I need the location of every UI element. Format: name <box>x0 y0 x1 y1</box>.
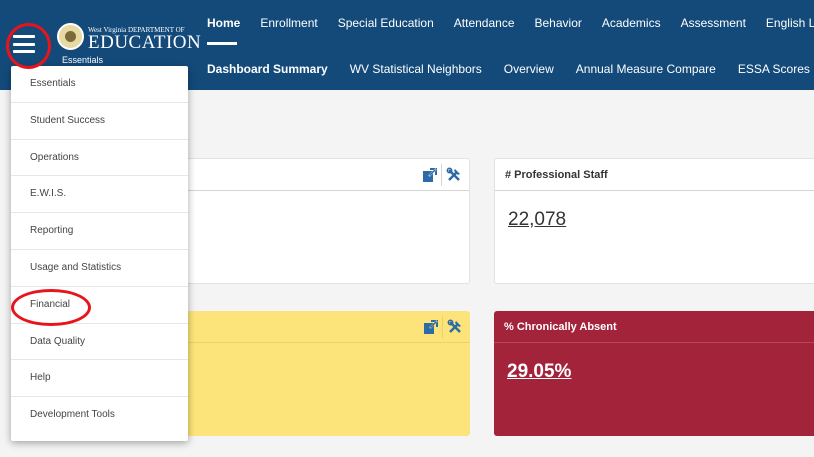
card-yellow <box>150 311 470 436</box>
nav-special-education[interactable]: Special Education <box>338 14 434 34</box>
sub-nav: Dashboard Summary WV Statistical Neighbo… <box>207 61 814 79</box>
menu-item-financial[interactable]: Financial <box>11 287 188 324</box>
chronically-absent-value[interactable]: 29.05% <box>494 343 814 383</box>
subnav-wv-statistical-neighbors[interactable]: WV Statistical Neighbors <box>350 61 482 79</box>
menu-item-operations[interactable]: Operations <box>11 140 188 177</box>
brand: West Virginia DEPARTMENT OF EDUCATION Es… <box>0 0 201 65</box>
nav-attendance[interactable]: Attendance <box>454 14 515 34</box>
card-tools <box>418 316 466 338</box>
nav-assessment[interactable]: Assessment <box>681 14 746 34</box>
card-top-left <box>150 158 470 284</box>
subnav-essa-scores[interactable]: ESSA Scores <box>738 61 810 79</box>
subnav-overview[interactable]: Overview <box>504 61 554 79</box>
menu-item-development-tools[interactable]: Development Tools <box>11 397 188 434</box>
card-title: % Chronically Absent <box>494 311 814 343</box>
seal-icon <box>57 23 84 50</box>
professional-staff-value[interactable]: 22,078 <box>495 191 814 231</box>
menu-item-reporting[interactable]: Reporting <box>11 213 188 250</box>
tools-icon[interactable] <box>442 316 466 338</box>
subnav-annual-measure-compare[interactable]: Annual Measure Compare <box>576 61 716 79</box>
card-tools <box>417 164 465 186</box>
menu-item-help[interactable]: Help <box>11 360 188 398</box>
card-chronically-absent: % Chronically Absent 29.05% <box>494 311 814 436</box>
menu-item-data-quality[interactable]: Data Quality <box>11 324 188 361</box>
card-professional-staff: # Professional Staff 22,078 <box>494 158 814 284</box>
brand-title[interactable]: EDUCATION <box>88 32 201 54</box>
card-title: # Professional Staff <box>495 159 814 191</box>
nav-english-learner[interactable]: English Learner <box>766 14 814 34</box>
menu-item-essentials[interactable]: Essentials <box>11 66 188 103</box>
menu-item-usage-and-statistics[interactable]: Usage and Statistics <box>11 250 188 287</box>
tools-icon[interactable] <box>441 164 465 186</box>
nav-home[interactable]: Home <box>207 14 240 45</box>
nav-academics[interactable]: Academics <box>602 14 661 34</box>
page: West Virginia DEPARTMENT OF EDUCATION Es… <box>0 0 814 457</box>
subnav-dashboard-summary[interactable]: Dashboard Summary <box>207 61 328 79</box>
brand-subtitle: Essentials <box>62 55 104 65</box>
app-menu-dropdown: Essentials Student Success Operations E.… <box>11 66 188 441</box>
menu-item-student-success[interactable]: Student Success <box>11 103 188 140</box>
nav-enrollment[interactable]: Enrollment <box>260 14 317 34</box>
external-link-icon[interactable] <box>417 164 441 186</box>
nav-behavior[interactable]: Behavior <box>535 14 582 34</box>
main-nav: Home Enrollment Special Education Attend… <box>207 14 814 45</box>
hamburger-menu-icon[interactable] <box>10 30 38 58</box>
external-link-icon[interactable] <box>418 316 442 338</box>
menu-item-ewis[interactable]: E.W.I.S. <box>11 176 188 214</box>
